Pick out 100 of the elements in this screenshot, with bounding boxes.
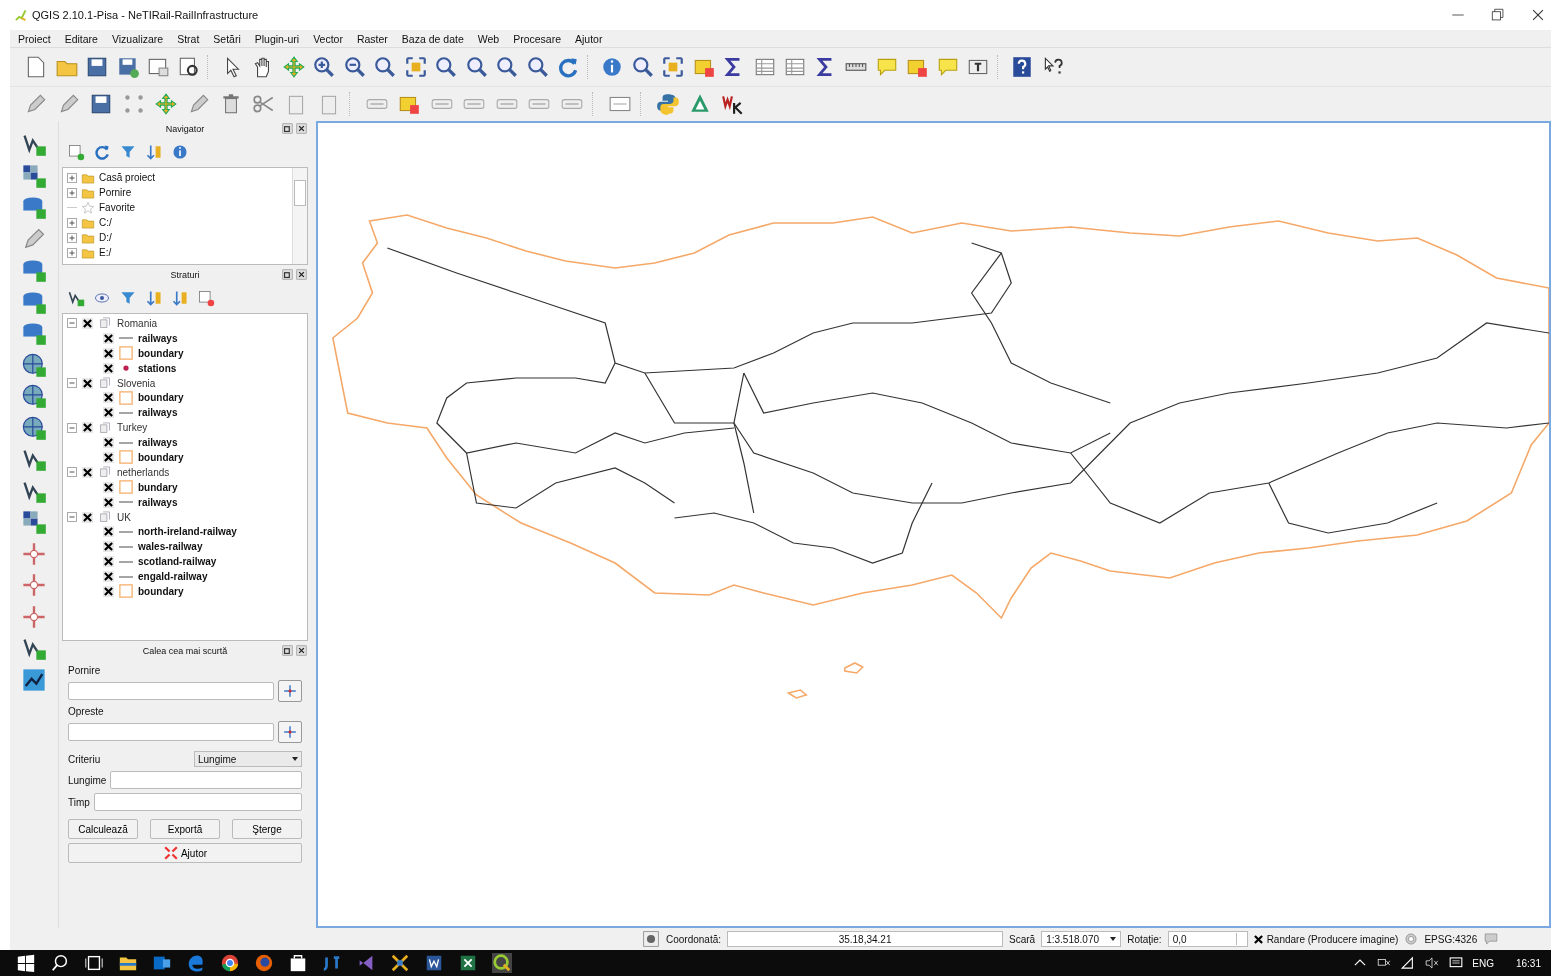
layer-group-name[interactable]: Turkey xyxy=(117,422,148,434)
mouse-icon[interactable] xyxy=(642,930,660,948)
layer-name[interactable]: boundary xyxy=(138,392,184,404)
layer-name[interactable]: railways xyxy=(138,407,178,419)
collapse-toggle-icon[interactable] xyxy=(67,318,77,329)
menu-item[interactable]: Baza de date xyxy=(401,32,464,45)
expand-all-icon[interactable] xyxy=(145,289,163,307)
expand-toggle-icon[interactable] xyxy=(67,172,77,183)
tree-item[interactable]: D:/ xyxy=(99,232,112,243)
add-web-layer-icon[interactable] xyxy=(21,351,47,378)
checkbox[interactable] xyxy=(82,422,93,434)
menu-item[interactable]: Web xyxy=(477,32,500,45)
collapse-all-icon[interactable] xyxy=(171,289,189,307)
layer-name[interactable]: bundary xyxy=(138,481,178,493)
store-icon[interactable] xyxy=(288,953,308,973)
start-point-field[interactable] xyxy=(68,682,274,700)
restore-icon[interactable] xyxy=(1489,6,1507,24)
zoom-next-icon[interactable] xyxy=(525,55,550,79)
tree-item[interactable]: Favorite xyxy=(99,202,136,213)
help-button[interactable]: Ajutor xyxy=(68,843,302,863)
magnifier-dropdown-icon[interactable] xyxy=(630,55,655,79)
save-icon[interactable] xyxy=(85,55,109,79)
zoom-selection-icon[interactable] xyxy=(434,55,458,79)
action-button[interactable]: Calculează xyxy=(68,819,138,839)
layer-name[interactable]: wales-railway xyxy=(138,541,203,553)
end-point-field[interactable] xyxy=(68,723,274,741)
layer-name[interactable]: railways xyxy=(138,496,178,508)
layer-name[interactable]: north-ireland-railway xyxy=(138,526,237,538)
checkbox[interactable] xyxy=(103,332,114,344)
checkbox[interactable] xyxy=(103,496,114,508)
browser-icon[interactable] xyxy=(186,953,206,973)
menu-item[interactable]: Vizualizare xyxy=(111,32,164,45)
length-field[interactable] xyxy=(110,771,302,789)
checkbox[interactable] xyxy=(103,407,114,419)
layer-group-name[interactable]: UK xyxy=(117,511,131,523)
rotation-spinbox[interactable]: 0,0 xyxy=(1167,931,1248,947)
close-panel-button[interactable] xyxy=(295,268,308,281)
clock[interactable]: 16:31 xyxy=(1515,957,1541,969)
checkbox[interactable] xyxy=(103,347,114,359)
layer-group-name[interactable]: Romania xyxy=(117,317,158,329)
collapse-toggle-icon[interactable] xyxy=(67,378,77,388)
collapse-toggle-icon[interactable] xyxy=(67,467,77,478)
refresh-icon[interactable] xyxy=(93,143,111,161)
move-feature-icon[interactable] xyxy=(154,92,178,116)
checkbox[interactable] xyxy=(82,466,93,478)
layer-name[interactable]: scotland-railway xyxy=(138,556,217,568)
remove-layer-icon[interactable] xyxy=(197,289,215,307)
layer-group-name[interactable]: Slovenia xyxy=(117,377,156,389)
layer-name[interactable]: boundary xyxy=(138,585,184,597)
menu-item[interactable]: Ajutor xyxy=(575,32,603,45)
collapse-toggle-icon[interactable] xyxy=(67,512,77,522)
edit-pencil-icon[interactable] xyxy=(24,92,48,116)
float-panel-button[interactable] xyxy=(281,268,294,281)
save-edits-icon[interactable] xyxy=(89,92,113,116)
menu-item[interactable]: Raster xyxy=(356,32,388,45)
menu-item[interactable]: Strat xyxy=(177,32,200,45)
identify-icon[interactable] xyxy=(600,55,624,79)
criterion-dropdown[interactable]: Lungime xyxy=(194,751,302,767)
checkbox[interactable] xyxy=(103,571,114,583)
chrome-icon[interactable] xyxy=(220,953,240,973)
zoom-in-icon[interactable] xyxy=(312,55,336,79)
zoom-layer-icon[interactable] xyxy=(464,55,489,79)
checkbox[interactable] xyxy=(103,362,114,374)
layer-name[interactable]: railways xyxy=(138,437,178,449)
layer-name[interactable]: engald-railway xyxy=(138,571,208,583)
expand-toggle-icon[interactable] xyxy=(67,217,77,228)
new-item-icon[interactable] xyxy=(67,143,85,161)
magnifier-icon[interactable] xyxy=(373,55,397,79)
refresh-icon[interactable] xyxy=(556,55,580,79)
tree-item[interactable]: Pornire xyxy=(99,187,132,198)
select-icon[interactable] xyxy=(661,55,685,79)
map-icon[interactable] xyxy=(21,666,47,693)
checkbox[interactable] xyxy=(103,541,114,553)
close-panel-button[interactable] xyxy=(295,122,308,135)
firefox-icon[interactable] xyxy=(254,953,274,973)
checkbox[interactable] xyxy=(82,317,93,329)
time-field[interactable] xyxy=(93,793,302,811)
crs-button[interactable]: EPSG:4326 xyxy=(1424,933,1478,945)
task-view-icon[interactable] xyxy=(84,953,104,973)
virtual-layer-icon[interactable] xyxy=(21,509,47,535)
coordinate-field[interactable]: 35.18,34.21 xyxy=(727,931,1004,947)
expand-toggle-icon[interactable] xyxy=(67,232,77,243)
menu-item[interactable]: Plugin-uri xyxy=(254,32,300,45)
volume-icon[interactable] xyxy=(1424,955,1441,971)
search-icon[interactable] xyxy=(50,953,70,973)
menu-item[interactable]: Procesare xyxy=(513,32,561,45)
filter-icon[interactable] xyxy=(119,289,137,307)
coordinate-icon[interactable] xyxy=(21,572,47,598)
qgis-icon[interactable] xyxy=(492,953,512,973)
help-icon[interactable] xyxy=(1010,55,1034,79)
checkbox[interactable] xyxy=(103,556,114,568)
checkbox[interactable] xyxy=(82,511,93,523)
checkbox[interactable] xyxy=(103,451,114,463)
add-raster-layer-icon[interactable] xyxy=(21,162,47,189)
action-button[interactable]: Exportă xyxy=(150,819,220,839)
action-button[interactable]: Şterge xyxy=(232,819,302,839)
checkbox[interactable] xyxy=(103,585,114,597)
layer-name[interactable]: boundary xyxy=(138,451,184,463)
language-indicator[interactable]: ENG xyxy=(1472,957,1494,969)
menu-item[interactable]: Vector xyxy=(313,32,343,45)
